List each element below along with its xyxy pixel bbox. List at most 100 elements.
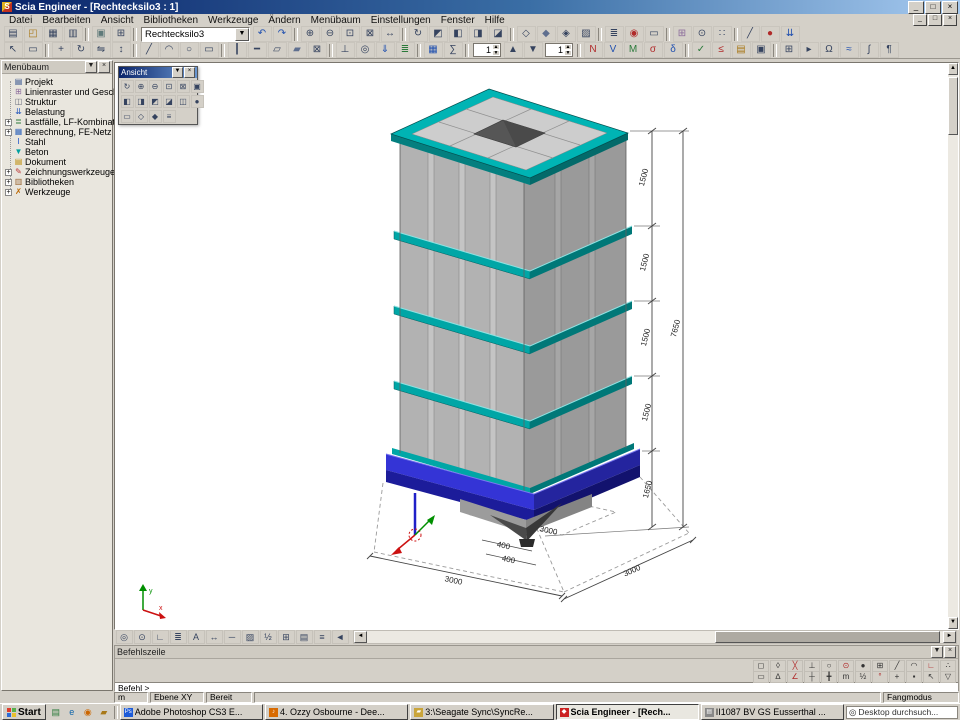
document-icon[interactable]: ▤ (732, 42, 751, 58)
horizontal-scrollbar[interactable]: ◄ ► (353, 630, 957, 644)
activity-icon[interactable]: ◉ (625, 26, 644, 42)
desktop-search-box[interactable]: ◎ Desktop durchsuch... (846, 706, 958, 719)
pan-icon[interactable]: ↔ (381, 26, 400, 42)
maximize-button[interactable]: □ (925, 1, 941, 14)
ortho-mode-icon[interactable]: ┼ (804, 671, 820, 683)
shaded-icon[interactable]: ◆ (537, 26, 556, 42)
open-project-icon[interactable]: ◰ (24, 26, 43, 42)
menu-ansicht[interactable]: Ansicht (96, 15, 139, 26)
view-top-icon[interactable]: ◩ (429, 26, 448, 42)
tree-item-berechnung-fe-netz[interactable]: +▦Berechnung, FE-Netz (4, 127, 112, 137)
tree-item-bibliotheken[interactable]: +▥Bibliotheken (4, 177, 112, 187)
tree-item-lastfälle-lf-kombinationen[interactable]: +≣Lastfälle, LF-Kombinationen (4, 117, 112, 127)
coord-display-icon[interactable]: ◎ (116, 630, 133, 644)
tracking-icon[interactable]: ╋ (821, 671, 837, 683)
plate-icon[interactable]: ▱ (268, 42, 287, 58)
taskbar-task-ii1087-bv-gs-eusserthal[interactable]: ▤II1087 BV GS Eusserthal ... (701, 704, 844, 720)
opening-icon[interactable]: ⊠ (308, 42, 327, 58)
menu-hilfe[interactable]: Hilfe (480, 15, 510, 26)
precision-icon[interactable]: ½ (855, 671, 871, 683)
zoom-all-icon[interactable]: ⊠ (177, 80, 190, 93)
zoom-out-icon[interactable]: ⊖ (321, 26, 340, 42)
print-icon[interactable]: ▥ (64, 26, 83, 42)
view-settings-icon[interactable]: ≡ (163, 110, 176, 123)
zoom-out-icon[interactable]: ⊖ (149, 80, 162, 93)
load-case-icon[interactable]: ≣ (396, 42, 415, 58)
circle-icon[interactable]: ○ (180, 42, 199, 58)
zoom-selection-icon[interactable]: ▣ (191, 80, 204, 93)
vertical-scrollbar[interactable]: ▲ ▼ (948, 63, 958, 629)
mdi-minimize-button[interactable]: _ (913, 14, 927, 26)
taskbar-task-3-seagate-sync-syncre[interactable]: ▰3:\Seagate Sync\SyncRe... (410, 704, 553, 720)
combo-dropdown-icon[interactable]: ▼ (235, 28, 249, 41)
filter-icon[interactable]: ▽ (940, 671, 956, 683)
view-top-icon[interactable]: ◩ (149, 95, 162, 108)
zoom-in-icon[interactable]: ⊕ (135, 80, 148, 93)
clipping-box-icon[interactable]: ▭ (645, 26, 664, 42)
normal-force-icon[interactable]: N (584, 42, 603, 58)
palette-dropdown-icon[interactable]: ▼ (172, 67, 183, 78)
stretch-icon[interactable]: ↕ (112, 42, 131, 58)
move-icon[interactable]: + (52, 42, 71, 58)
camera-icon[interactable]: ● (191, 95, 204, 108)
mdi-close-button[interactable]: × (943, 14, 957, 26)
report-icon[interactable]: ¶ (880, 42, 899, 58)
tree-item-projekt[interactable]: ▤Projekt (4, 77, 112, 87)
scale-down-icon[interactable]: ▼ (524, 42, 543, 58)
result-table-icon[interactable]: ⊞ (780, 42, 799, 58)
scrollbar-thumb[interactable] (715, 631, 940, 643)
layers-icon[interactable]: ≣ (605, 26, 624, 42)
steel-check-icon[interactable]: ≤ (712, 42, 731, 58)
zoom-all-icon[interactable]: ⊠ (361, 26, 380, 42)
axonometric-icon[interactable]: ◪ (163, 95, 176, 108)
shaded-icon[interactable]: ◆ (149, 110, 162, 123)
media-player-icon[interactable]: ◉ (80, 705, 95, 719)
arc-icon[interactable]: ◠ (160, 42, 179, 58)
expand-icon[interactable]: + (5, 169, 12, 176)
axes-icon[interactable]: + (889, 671, 905, 683)
view-front-icon[interactable]: ◧ (121, 95, 134, 108)
panel-dropdown-icon[interactable]: ▼ (931, 646, 943, 658)
new-project-icon[interactable]: ▤ (4, 26, 23, 42)
angle-icon[interactable]: ° (872, 671, 888, 683)
close-button[interactable]: × (942, 1, 958, 14)
explorer-icon[interactable]: ▰ (96, 705, 111, 719)
units-icon[interactable]: m (838, 671, 854, 683)
calculate-icon[interactable]: ∑ (444, 42, 463, 58)
document-view-icon[interactable]: ▤ (296, 630, 313, 644)
rotate-icon[interactable]: ↻ (72, 42, 91, 58)
line-icon[interactable]: ╱ (140, 42, 159, 58)
redo-icon[interactable]: ↷ (273, 26, 292, 42)
silo-model[interactable] (386, 89, 640, 547)
lock-icon[interactable]: ▪ (906, 671, 922, 683)
spin-down-icon[interactable]: ▼ (492, 50, 500, 56)
wireframe-icon[interactable]: ◇ (135, 110, 148, 123)
scroll-down-icon[interactable]: ▼ (948, 617, 958, 629)
menu-werkzeuge[interactable]: Werkzeuge (203, 15, 263, 26)
undo-icon[interactable]: ↶ (253, 26, 272, 42)
rectangle-icon[interactable]: ▭ (200, 42, 219, 58)
snap-icon[interactable]: ⊙ (693, 26, 712, 42)
menu-bibliotheken[interactable]: Bibliotheken (139, 15, 203, 26)
model-canvas[interactable]: 3000 400 400 3000 3000 (114, 62, 959, 630)
wireframe-icon[interactable]: ◇ (517, 26, 536, 42)
zoom-window-icon[interactable]: ⊡ (341, 26, 360, 42)
scale-icon[interactable]: ½ (260, 630, 277, 644)
menu-datei[interactable]: Datei (4, 15, 37, 26)
palette-header[interactable]: Ansicht ▼ × (119, 67, 197, 78)
node-icon[interactable]: ● (761, 26, 780, 42)
point-load-icon[interactable]: ⇓ (376, 42, 395, 58)
minimize-button[interactable]: _ (908, 1, 924, 14)
tree-item-beton[interactable]: ▼Beton (4, 147, 112, 157)
grid-icon[interactable]: ⊞ (673, 26, 692, 42)
spinner-buttons[interactable]: ▲ ▼ (564, 44, 572, 56)
check-icon[interactable]: ✓ (692, 42, 711, 58)
dimension-style-icon[interactable]: ↔ (206, 630, 223, 644)
expand-icon[interactable]: + (5, 179, 12, 186)
menu-ändern[interactable]: Ändern (263, 15, 305, 26)
scale-up-icon[interactable]: ▲ (504, 42, 523, 58)
dot-grid-icon[interactable]: ∷ (713, 26, 732, 42)
zoom-in-icon[interactable]: ⊕ (301, 26, 320, 42)
taskbar-task-scia-engineer-rech[interactable]: ◆Scia Engineer - [Rech... (556, 704, 699, 720)
panel-dropdown-icon[interactable]: ▼ (85, 61, 97, 73)
